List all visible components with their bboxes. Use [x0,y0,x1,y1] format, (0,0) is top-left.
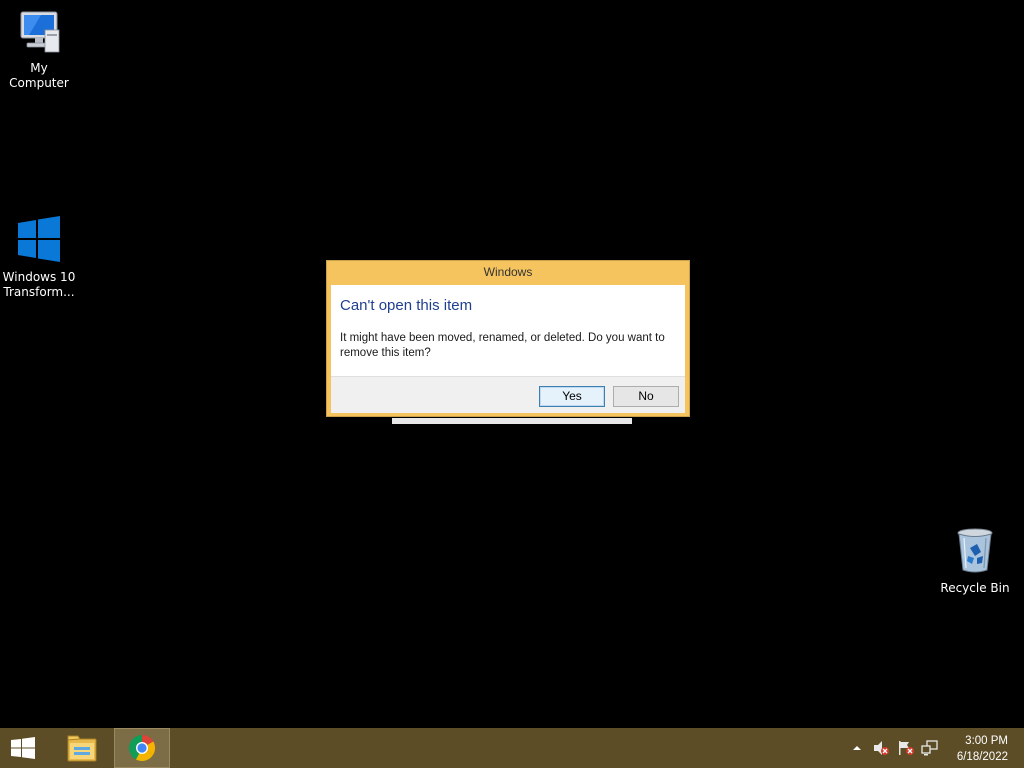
computer-icon [0,10,78,58]
clock-date: 6/18/2022 [956,751,1008,763]
dialog-heading: Can't open this item [340,297,473,314]
windows-logo-icon [0,215,78,267]
dialog-body: Can't open this item It might have been … [331,285,685,376]
taskbar-clock[interactable]: 3:00 PM 6/18/2022 [928,733,1008,765]
chrome-icon [128,734,156,762]
dialog-message: It might have been moved, renamed, or de… [340,332,665,359]
yes-button[interactable]: Yes [539,386,605,407]
clock-time: 3:00 PM [965,735,1008,747]
action-center-tray-button[interactable] [897,740,915,756]
desktop-icon-windows-10-transform[interactable]: Windows 10 Transform... [0,215,78,300]
volume-muted-icon [874,741,889,755]
start-button[interactable] [8,736,38,760]
desktop-icon-label: Recycle Bin [940,581,1010,595]
windows-start-icon [11,737,35,759]
file-explorer-icon [67,735,97,762]
dialog-footer: Yes No [331,376,685,413]
cant-open-item-dialog: Windows Can't open this item It might ha… [326,260,690,417]
taskbar-chrome-button[interactable] [114,728,170,768]
dialog-title: Windows [483,265,533,279]
recycle-bin-icon [936,528,1014,578]
desktop-icon-my-computer[interactable]: My Computer [0,10,78,91]
window-edge-strip [392,418,632,424]
no-button[interactable]: No [613,386,679,407]
show-hidden-icons-chevron-icon [853,746,861,750]
desktop-icon-recycle-bin[interactable]: Recycle Bin [936,528,1014,596]
desktop-icon-label: My Computer [9,61,69,90]
taskbar-file-explorer-button[interactable] [54,728,110,768]
action-center-flag-icon [899,741,914,755]
taskbar: 3:00 PM 6/18/2022 [0,728,1024,768]
volume-tray-button[interactable] [872,740,890,756]
desktop-icon-label: Windows 10 Transform... [2,270,76,299]
desktop: My Computer Windows 10 Transform... Recy… [0,0,1024,768]
show-hidden-icons-button[interactable] [850,740,868,756]
